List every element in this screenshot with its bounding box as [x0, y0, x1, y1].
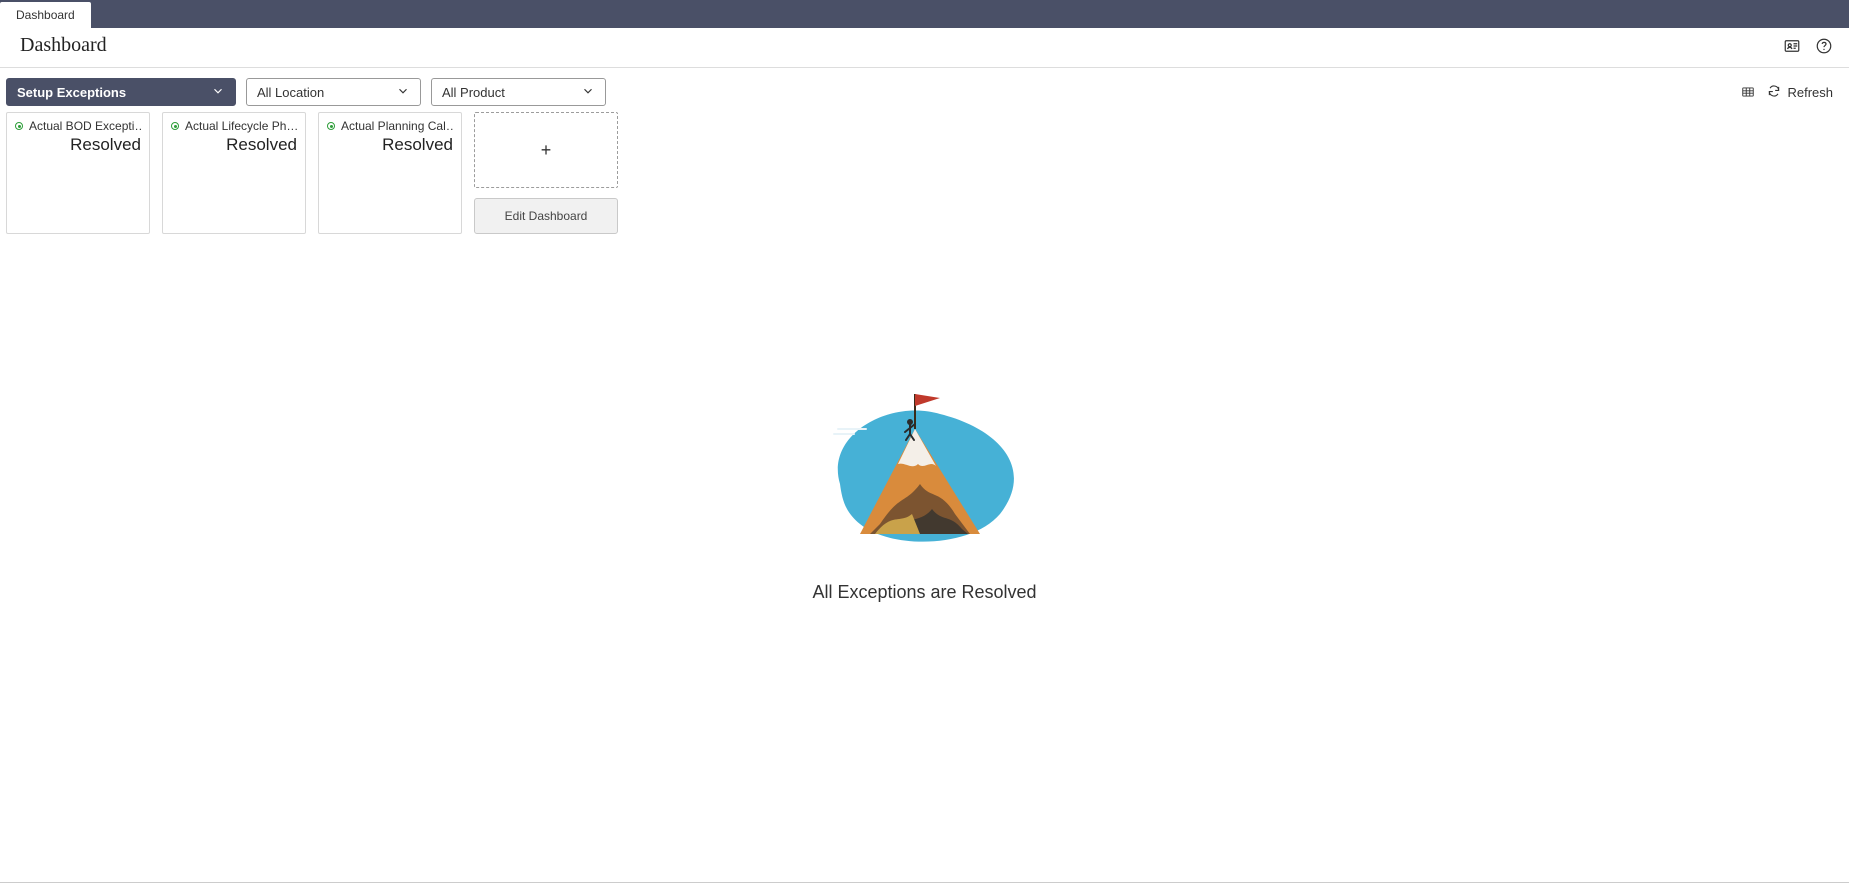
contact-card-icon[interactable]	[1783, 37, 1801, 55]
exception-card[interactable]: Actual Lifecycle Ph… Resolved	[162, 112, 306, 234]
refresh-label: Refresh	[1787, 85, 1833, 100]
tab-dashboard[interactable]: Dashboard	[0, 2, 91, 28]
card-status: Resolved	[327, 135, 453, 155]
card-status: Resolved	[171, 135, 297, 155]
empty-state: All Exceptions are Resolved	[0, 234, 1849, 882]
location-dropdown[interactable]: All Location	[246, 78, 421, 106]
plus-icon: +	[541, 140, 552, 161]
exception-card[interactable]: Actual Planning Cal… Resolved	[318, 112, 462, 234]
grid-view-icon[interactable]	[1739, 83, 1757, 101]
dropdown-label: All Location	[257, 85, 324, 100]
status-dot-icon	[327, 122, 335, 130]
card-title: Actual Lifecycle Ph…	[185, 119, 297, 133]
cards-row: Actual BOD Excepti… Resolved Actual Life…	[0, 112, 1849, 234]
empty-illustration	[820, 374, 1030, 564]
titlebar-actions	[1783, 37, 1833, 55]
toolbar: Setup Exceptions All Location All Produc…	[0, 68, 1849, 112]
title-bar: Dashboard	[0, 28, 1849, 68]
tab-strip: Dashboard	[0, 0, 1849, 28]
dropdown-label: All Product	[442, 85, 505, 100]
refresh-button[interactable]: Refresh	[1767, 84, 1833, 101]
card-header: Actual Planning Cal…	[327, 119, 453, 133]
page-title: Dashboard	[20, 34, 107, 57]
card-title: Actual Planning Cal…	[341, 119, 453, 133]
chevron-down-icon	[211, 84, 225, 101]
help-icon[interactable]	[1815, 37, 1833, 55]
card-header: Actual BOD Excepti…	[15, 119, 141, 133]
dropdown-label: Setup Exceptions	[17, 85, 126, 100]
status-dot-icon	[15, 122, 23, 130]
tab-label: Dashboard	[16, 8, 75, 22]
chevron-down-icon	[581, 84, 595, 101]
card-title: Actual BOD Excepti…	[29, 119, 141, 133]
card-status: Resolved	[15, 135, 141, 155]
status-dot-icon	[171, 122, 179, 130]
edit-dashboard-button[interactable]: Edit Dashboard	[474, 198, 618, 234]
add-card-column: + Edit Dashboard	[474, 112, 618, 234]
edit-dashboard-label: Edit Dashboard	[505, 209, 588, 223]
add-card-button[interactable]: +	[474, 112, 618, 188]
chevron-down-icon	[396, 84, 410, 101]
card-header: Actual Lifecycle Ph…	[171, 119, 297, 133]
refresh-icon	[1767, 84, 1781, 101]
product-dropdown[interactable]: All Product	[431, 78, 606, 106]
setup-exceptions-dropdown[interactable]: Setup Exceptions	[6, 78, 236, 106]
exception-card[interactable]: Actual BOD Excepti… Resolved	[6, 112, 150, 234]
empty-message: All Exceptions are Resolved	[812, 582, 1036, 603]
